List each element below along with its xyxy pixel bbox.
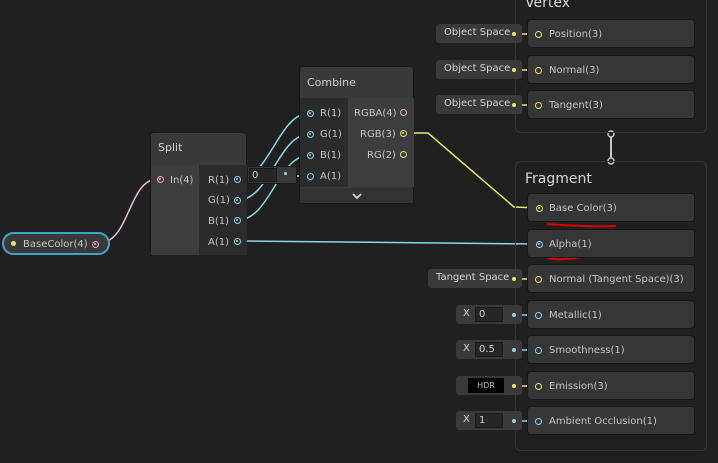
fragment-metallic-input-dot-icon [512,313,516,317]
fragment-ao-axis: X [463,414,470,425]
split-output-b-label: B(1) [208,216,230,227]
split-output-r-label: R(1) [208,175,230,186]
fragment-block-metallic[interactable]: Metallic(1) [527,300,695,329]
split-input-in-port-icon[interactable] [157,176,164,183]
exposed-indicator-icon [11,241,16,246]
fragment-block-alpha[interactable]: Alpha(1) [527,229,695,258]
fragment-normal-input-label: Tangent Space [436,272,510,283]
split-output-a-label: A(1) [208,237,230,248]
fragment-normal-input[interactable]: Tangent Space [428,269,522,288]
vertex-block-tangent-label: Tangent(3) [549,100,603,111]
fragment-block-emission-label: Emission(3) [549,381,608,392]
fragment-ao-value-field[interactable]: 1 [475,413,503,428]
fragment-context-title: Fragment [525,171,592,187]
split-output-r-port-icon[interactable] [234,176,241,183]
split-output-g-label: G(1) [208,195,230,206]
fragment-block-smoothness-label: Smoothness(1) [549,345,625,356]
fragment-emission-color-swatch[interactable]: HDR [468,378,504,393]
fragment-smoothness-port-icon[interactable] [535,347,542,354]
fragment-base-color-port-icon[interactable] [536,205,543,212]
vertex-normal-port-icon[interactable] [535,67,542,74]
split-output-b-port-icon[interactable] [234,217,241,224]
vertex-tangent-input[interactable]: Object Space [436,95,522,114]
chevron-down-icon [351,193,362,200]
vertex-block-position[interactable]: Position(3) [527,19,695,48]
fragment-metallic-value-field[interactable]: 0 [475,307,503,322]
fragment-smoothness-value-field[interactable]: 0.5 [475,342,503,357]
vertex-normal-input-label: Object Space [444,63,511,74]
combine-input-a-port-icon[interactable] [307,173,314,180]
basecolor-property-node[interactable]: BaseColor(4) [2,232,110,255]
property-output-port-icon[interactable] [92,241,99,248]
vertex-position-port-icon[interactable] [535,31,542,38]
combine-a-default-port-icon [284,172,287,175]
vertex-position-input-label: Object Space [444,27,511,38]
combine-output-rg-label: RG(2) [367,150,396,161]
fragment-block-smoothness[interactable]: Smoothness(1) [527,335,695,364]
split-node-title: Split [158,141,183,154]
combine-node-title: Combine [307,76,356,89]
combine-output-rgb-label: RGB(3) [360,129,396,140]
fragment-normal-port-icon[interactable] [535,276,542,283]
fragment-block-base-color[interactable]: Base Color(3) [527,193,695,222]
fragment-smoothness-axis: X [463,343,470,354]
vertex-tangent-input-label: Object Space [444,98,511,109]
combine-input-g-label: G(1) [320,129,342,140]
fragment-ao-port-icon[interactable] [535,418,542,425]
combine-input-g-port-icon[interactable] [307,131,314,138]
fragment-block-emission[interactable]: Emission(3) [527,371,695,400]
fragment-metallic-axis: X [463,308,470,319]
fragment-ao-input-dot-icon [512,419,516,423]
fragment-block-ambient-occlusion[interactable]: Ambient Occlusion(1) [527,406,695,435]
split-input-in-label: In(4) [170,175,194,186]
split-node[interactable]: Split In(4) R(1) G(1) B(1) A(1) [150,132,247,255]
fragment-block-normal[interactable]: Normal (Tangent Space)(3) [527,264,695,293]
fragment-normal-input-dot-icon [512,277,516,281]
vertex-position-input-dot-icon [512,32,516,36]
fragment-alpha-port-icon[interactable] [536,241,543,248]
fragment-metallic-port-icon[interactable] [535,312,542,319]
split-output-a-port-icon[interactable] [234,238,241,245]
property-label: BaseColor(4) [23,239,88,250]
wire-split-a-alpha [237,240,540,245]
fragment-block-metallic-label: Metallic(1) [549,310,602,321]
combine-input-r-port-icon[interactable] [307,110,314,117]
fragment-block-ao-label: Ambient Occlusion(1) [549,416,657,427]
vertex-block-normal[interactable]: Normal(3) [527,55,695,84]
fragment-smoothness-input-dot-icon [512,348,516,352]
vertex-block-normal-label: Normal(3) [549,65,600,76]
fragment-block-normal-label: Normal (Tangent Space)(3) [549,274,684,285]
fragment-emission-input-dot-icon [512,384,516,388]
combine-input-a-label: A(1) [320,171,342,182]
combine-node[interactable]: Combine R(1) G(1) B(1) A(1) RGBA(4) RGB(… [299,66,414,204]
combine-input-b-port-icon[interactable] [307,152,314,159]
vertex-context-title: Vertex [525,0,571,11]
vertex-position-input[interactable]: Object Space [436,24,522,43]
combine-input-r-label: R(1) [320,108,342,119]
combine-a-default-field[interactable]: 0 [249,168,277,182]
fragment-block-alpha-label: Alpha(1) [549,239,592,250]
split-output-g-port-icon[interactable] [234,197,241,204]
vertex-normal-input[interactable]: Object Space [436,60,522,79]
combine-input-b-label: B(1) [320,150,342,161]
vertex-block-position-label: Position(3) [549,29,603,40]
fragment-block-base-color-label: Base Color(3) [549,203,617,214]
vertex-tangent-port-icon[interactable] [535,102,542,109]
combine-output-rg-port-icon[interactable] [400,151,407,158]
vertex-block-tangent[interactable]: Tangent(3) [527,90,695,119]
combine-output-rgba-label: RGBA(4) [354,108,397,119]
vertex-tangent-input-dot-icon [512,103,516,107]
combine-output-rgba-port-icon[interactable] [400,109,407,116]
combine-a-default[interactable]: 0 [247,166,297,184]
combine-output-rgb-port-icon[interactable] [400,130,407,137]
combine-expand-button[interactable] [300,188,413,203]
vertex-normal-input-dot-icon [512,68,516,72]
fragment-emission-port-icon[interactable] [535,383,542,390]
